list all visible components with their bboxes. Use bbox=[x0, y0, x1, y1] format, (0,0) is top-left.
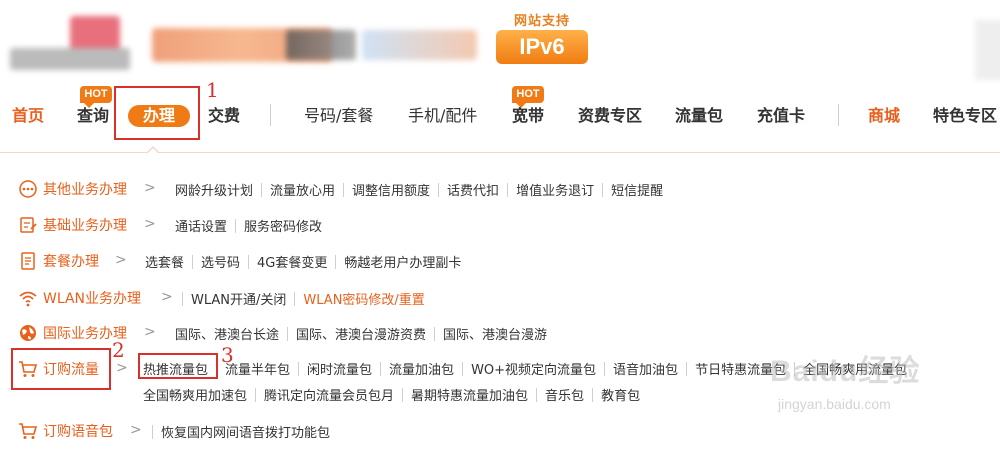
highlight-box-1 bbox=[114, 86, 200, 140]
link-list: 恢复国内网间语音拨打功能包 bbox=[152, 422, 330, 441]
category-label: 基础业务办理 bbox=[43, 218, 127, 234]
nav-mall[interactable]: 商城 bbox=[868, 104, 900, 128]
logo-blurred-mid bbox=[286, 30, 356, 60]
annotation-1: 1 bbox=[206, 78, 219, 102]
link-list: 网龄升级计划 流量放心用 调整信用额度 话费代扣 增值业务退订 短信提醒 bbox=[175, 180, 663, 199]
highlight-box-3 bbox=[138, 353, 218, 379]
nav-data-package[interactable]: 流量包 bbox=[675, 104, 723, 128]
category-label: 订购语音包 bbox=[43, 424, 113, 440]
link-auto-debit[interactable]: 话费代扣 bbox=[447, 180, 499, 199]
link-age-upgrade[interactable]: 网龄升级计划 bbox=[175, 180, 253, 199]
link-call-settings[interactable]: 通话设置 bbox=[175, 216, 227, 235]
cart-icon bbox=[19, 423, 38, 439]
link-wo-video-package[interactable]: WO+视频定向流量包 bbox=[471, 359, 596, 378]
chevron-right-icon: > bbox=[144, 216, 156, 232]
link-credit-limit[interactable]: 调整信用额度 bbox=[352, 180, 430, 199]
logo-blurred-left bbox=[10, 16, 140, 78]
nav-broadband[interactable]: 宽带 bbox=[512, 104, 544, 128]
link-restore-voice[interactable]: 恢复国内网间语音拨打功能包 bbox=[161, 422, 330, 441]
link-worry-free-data[interactable]: 流量放心用 bbox=[270, 180, 335, 199]
category-other-services[interactable]: 其他业务办理 bbox=[18, 178, 127, 200]
ipv6-caption: 网站支持 bbox=[513, 14, 570, 29]
watermark-main: Baidu经验 bbox=[770, 355, 921, 388]
link-education-package[interactable]: 教育包 bbox=[601, 385, 640, 404]
chevron-right-icon: > bbox=[115, 252, 127, 268]
watermark-url: jingyan.baidu.com bbox=[778, 396, 891, 412]
link-list: 通话设置 服务密码修改 bbox=[175, 216, 322, 235]
link-list-second-line: 全国畅爽用加速包 腾讯定向流量会员包月 暑期特惠流量加油包 音乐包 教育包 bbox=[143, 385, 640, 404]
link-half-year-package[interactable]: 流量半年包 bbox=[225, 359, 290, 378]
nav-divider bbox=[270, 104, 271, 126]
nav-divider bbox=[838, 104, 839, 126]
nav-pay[interactable]: 交费 bbox=[208, 104, 240, 128]
link-4g-change[interactable]: 4G套餐变更 bbox=[257, 252, 327, 271]
chevron-right-icon: > bbox=[144, 324, 156, 340]
link-wlan-toggle[interactable]: WLAN开通/关闭 bbox=[191, 289, 286, 308]
hot-badge-query: HOT bbox=[80, 86, 112, 108]
header-right-blur bbox=[975, 20, 1000, 80]
link-list: WLAN开通/关闭 WLAN密码修改/重置 bbox=[182, 289, 425, 308]
link-wlan-password[interactable]: WLAN密码修改/重置 bbox=[303, 289, 424, 308]
nav-tariff-zone[interactable]: 资费专区 bbox=[578, 104, 642, 128]
link-tencent-member[interactable]: 腾讯定向流量会员包月 bbox=[264, 385, 394, 404]
chevron-right-icon: > bbox=[130, 422, 142, 438]
logo-blurred-right bbox=[362, 30, 477, 60]
ipv6-badge-group: 网站支持 IPv6 bbox=[496, 8, 588, 64]
nav-number-plan[interactable]: 号码/套餐 bbox=[304, 104, 373, 128]
link-music-package[interactable]: 音乐包 bbox=[545, 385, 584, 404]
ipv6-badge: IPv6 bbox=[496, 30, 588, 64]
nav-query[interactable]: 查询 bbox=[77, 104, 109, 128]
category-basic-services[interactable]: 基础业务办理 bbox=[18, 214, 127, 236]
more-dots-icon bbox=[19, 180, 37, 198]
link-list: 选套餐 选号码 4G套餐变更 畅越老用户办理副卡 bbox=[145, 252, 461, 271]
highlight-box-2 bbox=[11, 348, 111, 390]
link-voice-booster[interactable]: 语音加油包 bbox=[613, 359, 678, 378]
annotation-2: 2 bbox=[112, 338, 125, 362]
link-national-speedup[interactable]: 全国畅爽用加速包 bbox=[143, 385, 247, 404]
document-icon bbox=[21, 252, 35, 270]
hot-badge-broadband: HOT bbox=[512, 86, 544, 108]
globe-icon bbox=[20, 325, 36, 341]
nav-phone-accessories[interactable]: 手机/配件 bbox=[408, 104, 477, 128]
category-international[interactable]: 国际业务办理 bbox=[18, 322, 127, 344]
chevron-right-icon: > bbox=[116, 360, 128, 376]
link-list: 国际、港澳台长途 国际、港澳台漫游资费 国际、港澳台漫游 bbox=[175, 324, 547, 343]
category-order-voice[interactable]: 订购语音包 bbox=[18, 420, 113, 442]
link-intl-long-distance[interactable]: 国际、港澳台长途 bbox=[175, 324, 279, 343]
category-wlan[interactable]: WLAN业务办理 bbox=[18, 287, 141, 309]
nav-home[interactable]: 首页 bbox=[12, 104, 44, 128]
category-label: 套餐办理 bbox=[43, 254, 99, 270]
link-sms-reminder[interactable]: 短信提醒 bbox=[611, 180, 663, 199]
link-intl-roaming-rates[interactable]: 国际、港澳台漫游资费 bbox=[296, 324, 426, 343]
category-label: WLAN业务办理 bbox=[43, 291, 142, 307]
baidu-watermark: Baidu经验 jingyan.baidu.com bbox=[760, 346, 960, 426]
link-password-change[interactable]: 服务密码修改 bbox=[244, 216, 322, 235]
annotation-3: 3 bbox=[221, 343, 234, 367]
link-unsubscribe[interactable]: 增值业务退订 bbox=[516, 180, 594, 199]
chevron-right-icon: > bbox=[161, 289, 173, 305]
nav-recharge-card[interactable]: 充值卡 bbox=[757, 104, 805, 128]
link-choose-plan[interactable]: 选套餐 bbox=[145, 252, 184, 271]
link-summer-booster[interactable]: 暑期特惠流量加油包 bbox=[411, 385, 528, 404]
wifi-icon bbox=[19, 291, 37, 307]
link-idle-time-package[interactable]: 闲时流量包 bbox=[307, 359, 372, 378]
link-choose-number[interactable]: 选号码 bbox=[201, 252, 240, 271]
link-data-booster[interactable]: 流量加油包 bbox=[389, 359, 454, 378]
link-secondary-card[interactable]: 畅越老用户办理副卡 bbox=[344, 252, 461, 271]
category-label: 其他业务办理 bbox=[43, 182, 127, 198]
link-intl-roaming[interactable]: 国际、港澳台漫游 bbox=[443, 324, 547, 343]
edit-doc-icon bbox=[20, 217, 37, 233]
chevron-right-icon: > bbox=[144, 180, 156, 196]
nav-special-zone[interactable]: 特色专区 bbox=[933, 104, 997, 128]
category-plan[interactable]: 套餐办理 bbox=[18, 250, 99, 272]
